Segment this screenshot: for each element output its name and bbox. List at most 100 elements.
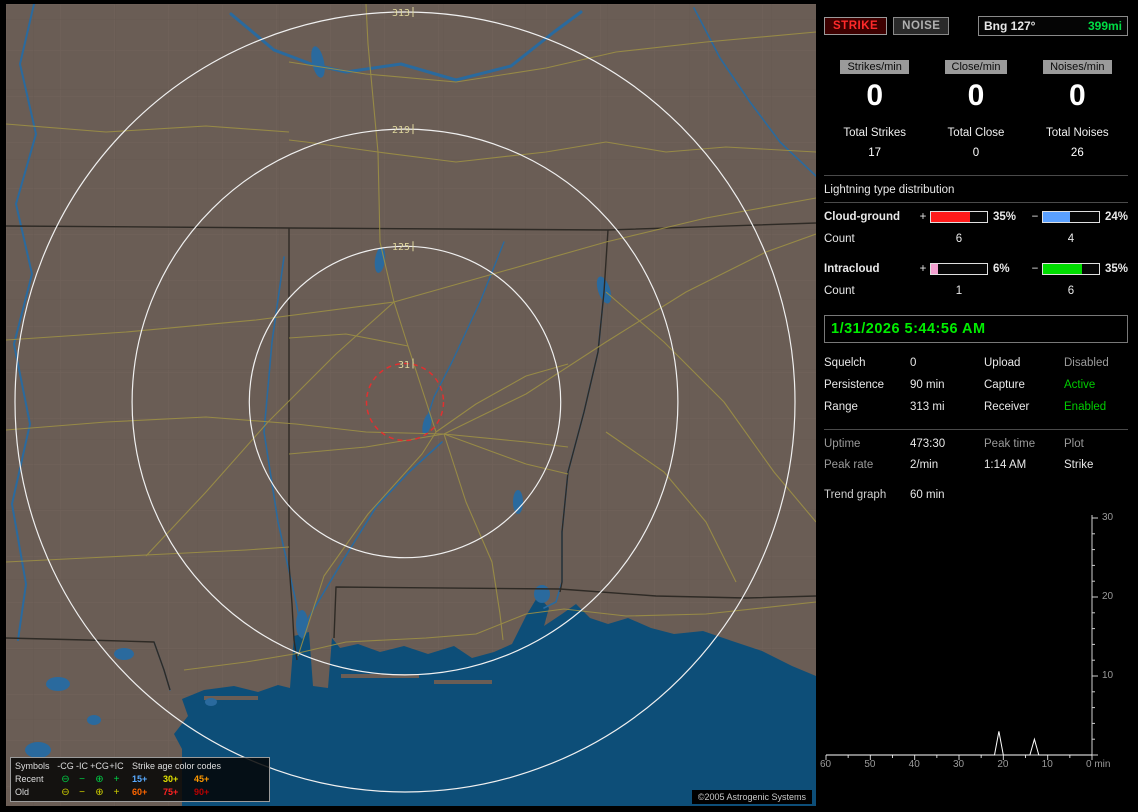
cloud-ground-count-row: Count 6 4 (824, 233, 1128, 245)
y-tick-label: 10 (1102, 670, 1114, 681)
close-per-min-value: 0 (967, 79, 985, 112)
trend-window-value: 60 min (910, 489, 945, 501)
capture-label: Capture (984, 379, 1025, 391)
bearing-range-value: 399mi (1087, 19, 1122, 33)
trend-graph: 60 50 40 30 20 10 0 min 10 20 30 (820, 511, 1128, 775)
legend-recent-label: Recent (15, 774, 44, 784)
trend-header: Trend graph 60 min (824, 489, 1128, 501)
y-tick-label: 20 (1102, 591, 1114, 602)
strikes-per-min-chip[interactable]: Strikes/min (840, 60, 909, 74)
neg-ic-recent-icon: − (79, 773, 85, 785)
count-label: Count (824, 285, 855, 297)
uptime-value: 473:30 (910, 438, 946, 450)
plus-sign: + (919, 211, 927, 223)
neg-cg-recent-icon: ⊖ (61, 773, 70, 785)
ring-label-313: 313 (392, 8, 410, 19)
distribution-title: Lightning type distribution (824, 184, 955, 196)
divider (824, 175, 1128, 176)
total-noises-label: Total Noises (1046, 127, 1109, 139)
cg-negative-pct: 24% (1105, 211, 1129, 223)
squelch-label: Squelch (824, 357, 866, 369)
legend-header-nic: -IC (76, 761, 88, 771)
legend-header-pcg: +CG (90, 761, 109, 771)
close-counter: Close/min 0 Total Close 0 (925, 60, 1026, 159)
trend-series-line (826, 731, 1092, 756)
x-tick-label: 50 (864, 759, 876, 770)
cg-positive-count: 6 (955, 233, 963, 245)
legend-age-title: Strike age color codes (132, 761, 222, 771)
intracloud-row: Intracloud + 6% − 35% (824, 263, 1128, 275)
ic-negative-count: 6 (1067, 285, 1075, 297)
cg-negative-count: 4 (1067, 233, 1075, 245)
peak-time-value: 1:14 AM (984, 459, 1027, 471)
total-close-label: Total Close (947, 127, 1005, 139)
x-tick-label: 10 (1041, 759, 1053, 770)
peak-rate-label: Peak rate (824, 459, 874, 471)
x-tick-label: 30 (953, 759, 965, 770)
x-tick-label: 0 min (1086, 759, 1111, 770)
ic-positive-pct: 6% (993, 263, 1010, 275)
ic-positive-count: 1 (955, 285, 963, 297)
legend-header-pic: +IC (109, 761, 124, 771)
plus-sign: + (919, 263, 927, 275)
cloud-ground-label: Cloud-ground (824, 211, 901, 223)
strikes-per-min-value: 0 (866, 79, 883, 112)
trend-graph-label: Trend graph (824, 489, 887, 501)
minus-sign: − (1031, 263, 1039, 275)
bearing-label: Bng 127° (984, 19, 1036, 33)
divider (824, 202, 1128, 203)
pos-cg-old-icon: ⊕ (95, 786, 104, 798)
strikes-counter: Strikes/min 0 Total Strikes 17 (824, 60, 925, 159)
intracloud-count-row: Count 1 6 (824, 285, 1128, 297)
stats-grid: Uptime 473:30 Peak time Plot Peak rate 2… (824, 438, 1128, 471)
uptime-label: Uptime (824, 438, 861, 450)
ring-label-219: 219 (392, 125, 410, 136)
strike-mode-button[interactable]: STRIKE (824, 17, 888, 35)
count-label: Count (824, 233, 855, 245)
age-75: 75+ (163, 787, 179, 797)
total-strikes-label: Total Strikes (843, 127, 906, 139)
close-per-min-chip[interactable]: Close/min (944, 60, 1008, 74)
persistence-value: 90 min (910, 379, 945, 391)
peak-rate-value: 2/min (910, 459, 939, 471)
status-grid: Squelch 0 Upload Disabled Persistence 90… (824, 357, 1128, 413)
x-tick-label: 40 (908, 759, 920, 770)
cg-positive-pct: 35% (993, 211, 1017, 223)
age-30: 30+ (163, 774, 179, 784)
pos-ic-old-icon: + (113, 786, 120, 798)
total-close-value: 0 (972, 147, 980, 159)
plot-value: Strike (1064, 459, 1094, 471)
x-tick-label: 20 (997, 759, 1009, 770)
map-legend: Symbols -CG -IC +CG +IC Strike age color… (10, 757, 270, 802)
legend-old-label: Old (15, 787, 30, 797)
legend-symbols-title: Symbols (15, 761, 50, 771)
total-strikes-value: 17 (868, 147, 882, 159)
minus-sign: − (1031, 211, 1039, 223)
cg-positive-bar (930, 211, 988, 223)
pos-cg-recent-icon: ⊕ (95, 773, 104, 785)
x-tick-label: 60 (820, 759, 832, 770)
noises-per-min-chip[interactable]: Noises/min (1043, 60, 1112, 74)
y-tick-label: 30 (1102, 512, 1114, 523)
plot-label: Plot (1064, 438, 1084, 450)
rate-counters: Strikes/min 0 Total Strikes 17 Close/min… (824, 60, 1128, 159)
timestamp: 1/31/2026 5:44:56 AM (824, 315, 1128, 343)
neg-cg-old-icon: ⊖ (61, 786, 70, 798)
legend-header-ncg: -CG (57, 761, 74, 771)
age-90: 90+ (194, 787, 210, 797)
range-label: Range (824, 401, 858, 413)
map-canvas[interactable]: 313 219 125 31 (6, 4, 816, 806)
squelch-value: 0 (910, 357, 917, 369)
noise-mode-button[interactable]: NOISE (893, 17, 950, 35)
total-noises-value: 26 (1070, 147, 1084, 159)
map-display[interactable]: 313 219 125 31 Symbols -CG -IC +CG +IC S… (6, 4, 816, 806)
noises-counter: Noises/min 0 Total Noises 26 (1027, 60, 1128, 159)
receiver-status: Enabled (1064, 401, 1107, 413)
trend-plot (825, 515, 1098, 760)
mode-toolbar: STRIKE NOISE Bng 127° 399mi (824, 16, 1128, 36)
upload-label: Upload (984, 357, 1021, 369)
ring-label-125: 125 (392, 242, 410, 253)
ic-negative-bar (1042, 263, 1100, 275)
age-60: 60+ (132, 787, 148, 797)
cg-negative-bar (1042, 211, 1100, 223)
